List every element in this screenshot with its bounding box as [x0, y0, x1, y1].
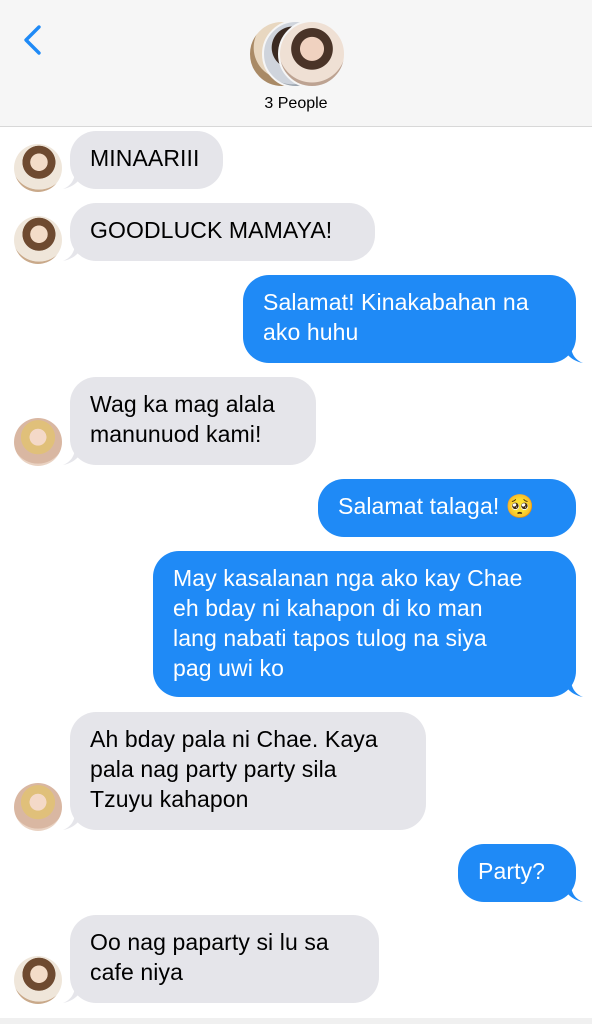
- avatar: [278, 20, 346, 88]
- incoming-message-bubble[interactable]: Wag ka mag alala manunuod kami!: [70, 377, 316, 465]
- incoming-message-bubble[interactable]: MINAARIII: [70, 131, 223, 189]
- outgoing-message-bubble[interactable]: Salamat talaga! 🥺: [318, 479, 576, 537]
- incoming-message-bubble[interactable]: Ah bday pala ni Chae. Kaya pala nag part…: [70, 712, 426, 830]
- chevron-left-icon: [24, 25, 41, 55]
- avatar[interactable]: [14, 418, 62, 466]
- back-button[interactable]: [14, 18, 54, 62]
- outgoing-message-bubble[interactable]: May kasalanan nga ako kay Chae eh bday n…: [153, 551, 576, 697]
- bubble-tail: [563, 884, 583, 902]
- incoming-message-bubble[interactable]: GOODLUCK MAMAYA!: [70, 203, 375, 261]
- bubble-tail: [63, 447, 83, 465]
- incoming-message-bubble[interactable]: Oo nag paparty si lu sa cafe niya: [70, 915, 379, 1003]
- bubble-tail: [563, 345, 583, 363]
- bottom-divider: [0, 1018, 592, 1024]
- bubble-tail: [63, 985, 83, 1003]
- message-thread-screen: 3 People MINAARIII GOODLUCK MAMAYA! Sala…: [0, 0, 592, 1024]
- bubble-tail: [63, 171, 83, 189]
- avatar[interactable]: [14, 216, 62, 264]
- outgoing-message-bubble[interactable]: Party?: [458, 844, 576, 902]
- group-title[interactable]: 3 People: [0, 95, 592, 113]
- group-avatar-stack[interactable]: [248, 20, 348, 88]
- bubble-tail: [63, 812, 83, 830]
- bubble-tail: [63, 243, 83, 261]
- conversation-header: 3 People: [0, 0, 592, 127]
- avatar[interactable]: [14, 144, 62, 192]
- avatar[interactable]: [14, 783, 62, 831]
- avatar[interactable]: [14, 956, 62, 1004]
- bubble-tail: [563, 679, 583, 697]
- outgoing-message-bubble[interactable]: Salamat! Kinakabahan na ako huhu: [243, 275, 576, 363]
